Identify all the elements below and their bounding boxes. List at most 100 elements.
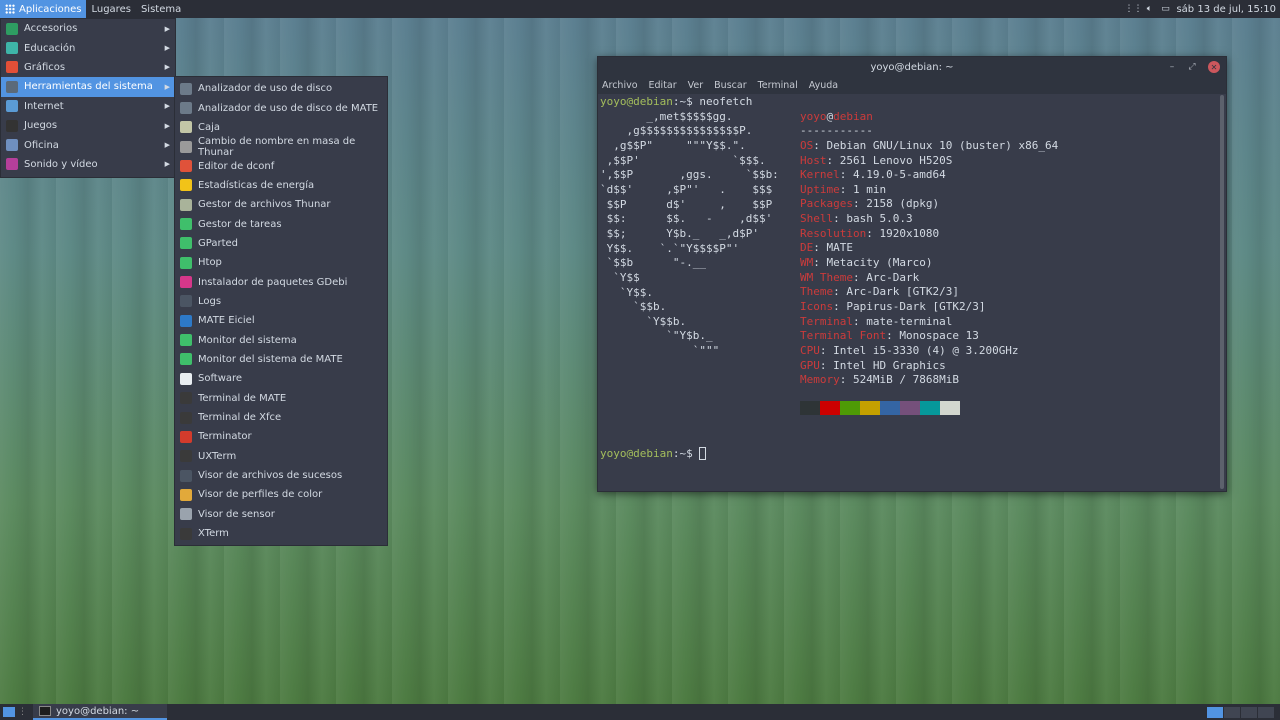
volume-icon[interactable]: 🔈︎ — [1144, 4, 1154, 14]
submenu-item-16[interactable]: Terminal de MATE — [175, 389, 387, 408]
system-menu-button[interactable]: Sistema — [136, 0, 186, 18]
menu-category-4[interactable]: Internet ▶ — [1, 97, 175, 116]
panel-separator-icon: ⋮ — [18, 707, 27, 717]
terminal-menu-1[interactable]: Editar — [649, 80, 677, 91]
info-colon: : — [852, 197, 867, 211]
submenu-item-label: Editor de dconf — [198, 160, 275, 172]
submenu-item-13[interactable]: Monitor del sistema — [175, 330, 387, 349]
info-colon: : — [886, 329, 900, 343]
info-colon: : — [813, 256, 827, 270]
menu-category-label: Sonido y vídeo — [24, 158, 98, 170]
info-colon: : — [866, 226, 880, 240]
education-icon — [6, 42, 18, 55]
submenu-item-1[interactable]: Analizador de uso de disco de MATE — [175, 98, 387, 117]
submenu-item-0[interactable]: Analizador de uso de disco — [175, 79, 387, 98]
system-tools-submenu: Analizador de uso de disco Analizador de … — [174, 76, 388, 546]
menu-category-7[interactable]: Sonido y vídeo ▶ — [1, 155, 175, 174]
menu-category-label: Accesorios — [24, 23, 78, 35]
menu-category-2[interactable]: Gráficos ▶ — [1, 58, 175, 77]
info-user: yoyo — [800, 109, 827, 123]
system-monitor-icon — [180, 334, 192, 347]
places-menu-label: Lugares — [91, 3, 131, 15]
info-colon: : — [813, 138, 827, 152]
info-colon: : — [819, 358, 834, 372]
info-key: GPU — [800, 358, 820, 372]
menu-category-label: Herramientas del sistema — [24, 81, 153, 93]
submenu-item-10[interactable]: Instalador de paquetes GDebi — [175, 272, 387, 291]
applications-menu-button[interactable]: Aplicaciones — [0, 0, 87, 18]
menu-category-3[interactable]: Herramientas del sistema ▶ — [1, 77, 175, 97]
network-settings-icon[interactable]: ⋮⋮ — [1124, 4, 1142, 14]
submenu-item-21[interactable]: Visor de perfiles de color — [175, 485, 387, 504]
multimedia-icon — [6, 158, 18, 171]
submenu-item-22[interactable]: Visor de sensor — [175, 505, 387, 524]
submenu-item-5[interactable]: Estadísticas de energía — [175, 176, 387, 195]
submenu-item-3[interactable]: Cambio de nombre en masa de Thunar — [175, 136, 387, 158]
info-line: DE: MATE — [800, 241, 1058, 256]
submenu-item-6[interactable]: Gestor de archivos Thunar — [175, 195, 387, 214]
htop-icon — [180, 256, 192, 269]
info-value: Metacity (Marco) — [826, 256, 933, 270]
terminal-content[interactable]: yoyo@debian:~$ neofetch _,met$$$$$gg. ,g… — [600, 95, 1214, 489]
workspace-2[interactable] — [1224, 707, 1240, 718]
file-manager-icon — [180, 121, 192, 134]
submenu-item-8[interactable]: GParted — [175, 234, 387, 253]
gdebi-icon — [180, 276, 192, 289]
system-tray: ⋮⋮ 🔈︎ ▭ sáb 13 de jul, 15:10 — [1124, 0, 1276, 18]
logs-icon — [180, 295, 192, 308]
places-menu-button[interactable]: Lugares — [86, 0, 135, 18]
minimize-button[interactable]: – — [1166, 61, 1178, 73]
terminal-scrollbar[interactable] — [1220, 95, 1224, 489]
workspace-3[interactable] — [1241, 707, 1257, 718]
clock[interactable]: sáb 13 de jul, 15:10 — [1176, 4, 1276, 15]
info-value: 2158 (dpkg) — [866, 197, 940, 211]
terminal-menu-0[interactable]: Archivo — [602, 80, 638, 91]
submenu-item-label: Gestor de tareas — [198, 218, 282, 230]
info-line: WM Theme: Arc-Dark — [800, 271, 1058, 286]
submenu-item-18[interactable]: Terminator — [175, 427, 387, 446]
taskbar-terminal-button[interactable]: yoyo@debian: ~ — [33, 704, 167, 720]
terminal-menu-2[interactable]: Ver — [688, 80, 704, 91]
submenu-item-17[interactable]: Terminal de Xfce — [175, 408, 387, 427]
prompt-suffix: :~$ — [672, 95, 700, 108]
menu-category-6[interactable]: Oficina ▶ — [1, 135, 175, 154]
terminal-menu-4[interactable]: Terminal — [758, 80, 798, 91]
submenu-item-14[interactable]: Monitor del sistema de MATE — [175, 350, 387, 369]
submenu-item-19[interactable]: UXTerm — [175, 447, 387, 466]
submenu-item-20[interactable]: Visor de archivos de sucesos — [175, 466, 387, 485]
submenu-item-15[interactable]: Software — [175, 369, 387, 388]
terminal-menu-5[interactable]: Ayuda — [809, 80, 838, 91]
close-button[interactable]: ✕ — [1208, 61, 1220, 73]
show-desktop-icon[interactable] — [3, 707, 15, 717]
info-key: Shell — [800, 212, 834, 226]
submenu-item-7[interactable]: Gestor de tareas — [175, 214, 387, 233]
submenu-item-9[interactable]: Htop — [175, 253, 387, 272]
submenu-item-label: MATE Eiciel — [198, 315, 255, 327]
menu-category-1[interactable]: Educación ▶ — [1, 38, 175, 57]
display-icon[interactable]: ▭ — [1160, 4, 1170, 14]
submenu-item-11[interactable]: Logs — [175, 292, 387, 311]
terminal-titlebar[interactable]: yoyo@debian: ~ – ⤢ ✕ — [598, 57, 1226, 77]
submenu-item-23[interactable]: XTerm — [175, 524, 387, 543]
info-colon: : — [839, 182, 853, 196]
workspace-1[interactable] — [1207, 707, 1223, 718]
info-key: Packages — [800, 197, 853, 211]
submenu-item-2[interactable]: Caja — [175, 118, 387, 137]
terminal-menu-3[interactable]: Buscar — [714, 80, 746, 91]
maximize-button[interactable]: ⤢ — [1186, 61, 1198, 73]
menu-category-0[interactable]: Accesorios ▶ — [1, 19, 175, 38]
menu-category-5[interactable]: Juegos ▶ — [1, 116, 175, 135]
info-key: Resolution — [800, 226, 867, 240]
info-value: Arc-Dark [GTK2/3] — [846, 285, 959, 299]
workspace-4[interactable] — [1258, 707, 1274, 718]
info-line: Theme: Arc-Dark [GTK2/3] — [800, 285, 1058, 300]
software-icon — [180, 372, 192, 385]
info-colon: : — [852, 314, 867, 328]
info-line: Kernel: 4.19.0-5-amd64 — [800, 168, 1058, 183]
info-value: Debian GNU/Linux 10 (buster) x86_64 — [826, 138, 1059, 152]
xfce-terminal-icon — [180, 411, 192, 424]
submenu-item-label: Software — [198, 373, 243, 385]
submenu-item-12[interactable]: MATE Eiciel — [175, 311, 387, 330]
info-line: CPU: Intel i5-3330 (4) @ 3.200GHz — [800, 344, 1058, 359]
submenu-item-4[interactable]: Editor de dconf — [175, 156, 387, 175]
